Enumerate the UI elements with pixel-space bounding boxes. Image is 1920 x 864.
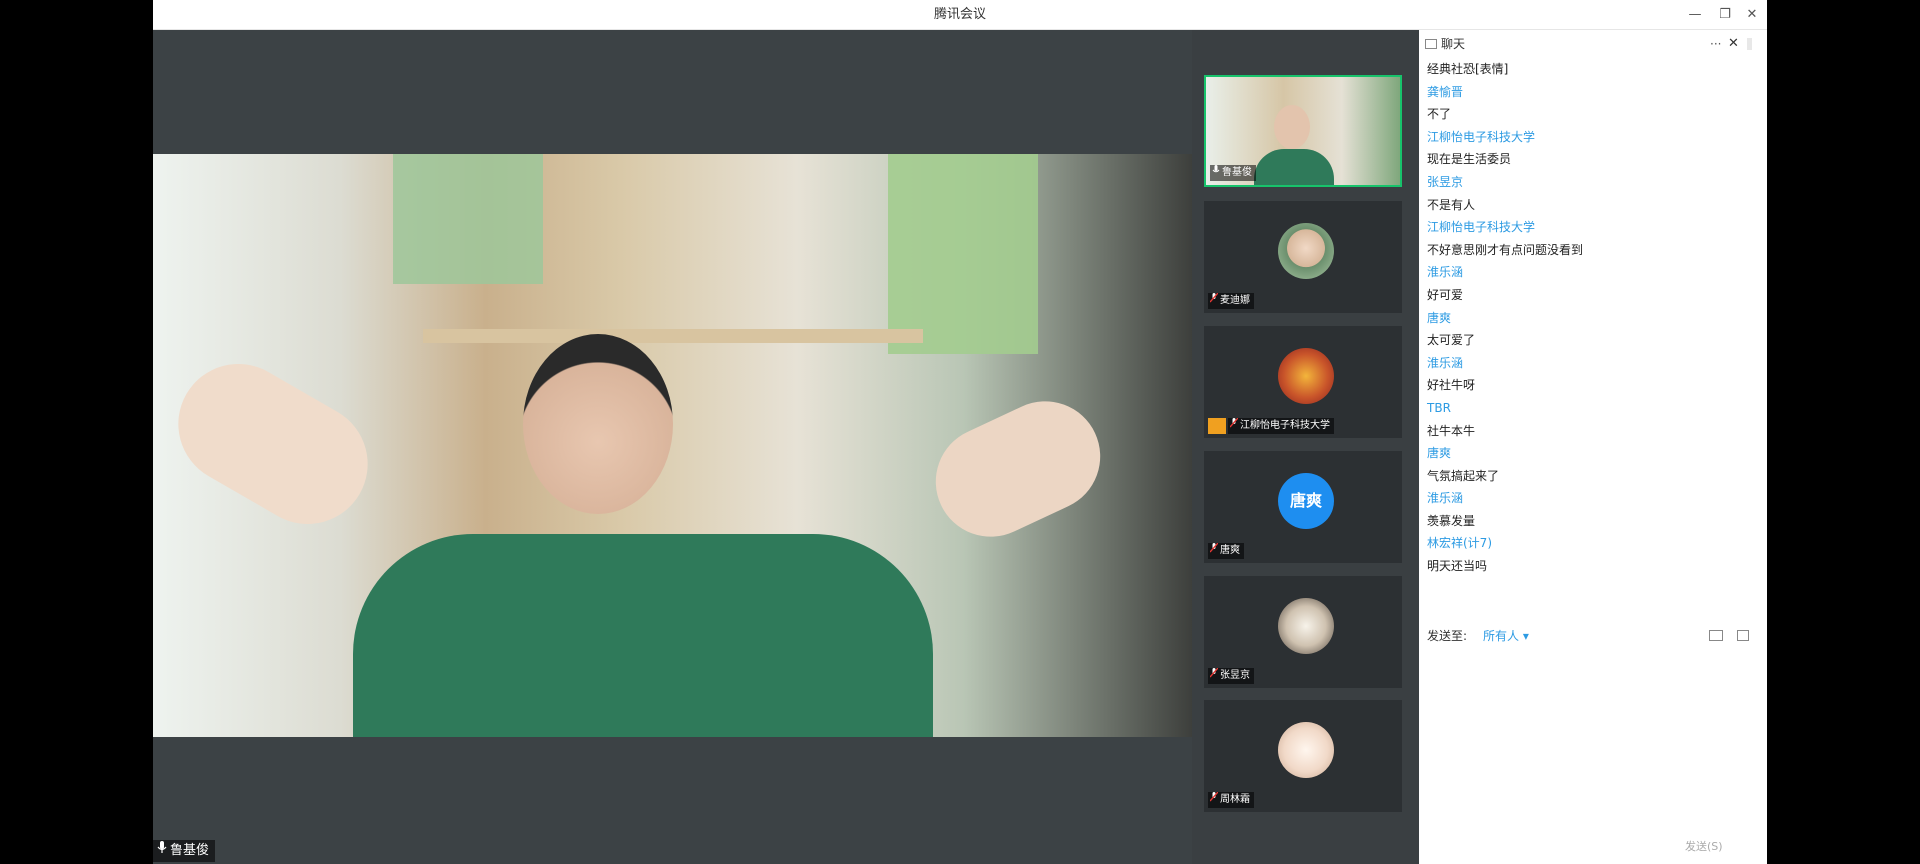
chat-sender[interactable]: 唐爽 [1427, 307, 1767, 330]
restore-icon[interactable]: ❐ [1710, 0, 1740, 30]
scrollbar[interactable] [1747, 38, 1752, 50]
chat-message: 江柳怡电子科技大学 不好意思刚才有点问题没看到 [1419, 216, 1767, 261]
participant-tile[interactable]: 江柳怡电子科技大学 [1204, 326, 1402, 438]
chat-message: 江柳怡电子科技大学 现在是生活委员 [1419, 126, 1767, 171]
folder-icon[interactable] [1709, 630, 1723, 641]
main-video[interactable] [153, 154, 1192, 737]
title-bar: 腾讯会议 — ❐ ✕ [153, 0, 1767, 30]
main-stage: 鲁基俊 [153, 30, 1192, 864]
participant-list: 鲁基俊 麦迪娜 江柳怡电子科技大学 唐爽 唐爽 张昱京 周林霜 [1192, 30, 1419, 864]
more-options-icon[interactable]: ··· [1710, 30, 1721, 58]
chat-sender[interactable]: 张昱京 [1427, 171, 1767, 194]
chat-message: 唐爽 气氛搞起来了 [1419, 442, 1767, 487]
chat-message: 林宏祥(计7) 明天还当吗 [1419, 532, 1767, 577]
chat-input[interactable] [1419, 648, 1767, 832]
muted-microphone-icon [1209, 292, 1219, 309]
chat-sender[interactable]: 唐爽 [1427, 442, 1767, 465]
participant-label: 周林霜 [1208, 791, 1254, 808]
participant-tile[interactable]: 鲁基俊 [1204, 75, 1402, 187]
window-title: 腾讯会议 [933, 7, 986, 22]
chat-panel: 聊天 ··· ✕ 经典社恐[表情] 龚愉晋 不了 江柳怡电子科技大学 现在是生活… [1419, 30, 1767, 864]
chat-message: 淮乐涵 好可爱 [1419, 261, 1767, 306]
chat-sender[interactable]: 淮乐涵 [1427, 261, 1767, 284]
close-chat-icon[interactable]: ✕ [1728, 30, 1739, 58]
chat-sender[interactable]: 林宏祥(计7) [1427, 532, 1767, 555]
speaker-name: 鲁基俊 [170, 843, 210, 858]
microphone-icon [157, 840, 167, 862]
screenshot-icon[interactable] [1737, 630, 1749, 641]
minimize-icon[interactable]: — [1680, 0, 1710, 30]
chat-sender[interactable]: 江柳怡电子科技大学 [1427, 126, 1767, 149]
chat-sender[interactable]: 龚愉晋 [1427, 81, 1767, 104]
chat-title: 聊天 [1441, 37, 1466, 51]
chat-sender[interactable]: 淮乐涵 [1427, 352, 1767, 375]
participant-tile[interactable]: 麦迪娜 [1204, 201, 1402, 313]
participant-avatar [1278, 722, 1334, 778]
chat-sender[interactable]: 淮乐涵 [1427, 487, 1767, 510]
send-to-row: 发送至: 所有人 ▾ [1419, 624, 1767, 648]
muted-microphone-icon [1209, 667, 1219, 684]
participant-label: 麦迪娜 [1208, 292, 1254, 309]
participant-label: 张昱京 [1208, 667, 1254, 684]
muted-microphone-icon [1209, 542, 1219, 559]
muted-microphone-icon [1209, 791, 1219, 808]
send-to-label: 发送至: [1427, 629, 1468, 643]
chat-message: 淮乐涵 好社牛呀 [1419, 352, 1767, 397]
participant-label: 江柳怡电子科技大学 [1228, 417, 1334, 434]
participant-avatar [1278, 223, 1334, 279]
muted-microphone-icon [1229, 417, 1239, 434]
participant-label: 鲁基俊 [1210, 165, 1256, 181]
chat-icon [1425, 39, 1437, 49]
participant-avatar [1278, 598, 1334, 654]
chat-header: 聊天 ··· ✕ [1419, 30, 1767, 58]
microphone-icon [1212, 165, 1220, 181]
chat-message: 淮乐涵 羡慕发量 [1419, 487, 1767, 532]
meeting-window: 腾讯会议 — ❐ ✕ 鲁基俊 鲁基俊 麦迪娜 江柳怡电子科技大学 唐爽 唐爽 张… [153, 0, 1767, 864]
participant-avatar [1278, 348, 1334, 404]
close-icon[interactable]: ✕ [1737, 0, 1767, 30]
chat-message: 张昱京 不是有人 [1419, 171, 1767, 216]
chat-sender[interactable]: TBR [1427, 397, 1767, 420]
recipient-dropdown[interactable]: 所有人 ▾ [1483, 624, 1529, 648]
chat-messages: 经典社恐[表情] 龚愉晋 不了 江柳怡电子科技大学 现在是生活委员 张昱京 不是… [1419, 58, 1767, 578]
participant-tile[interactable]: 唐爽 唐爽 [1204, 451, 1402, 563]
chat-message: 唐爽 太可爱了 [1419, 307, 1767, 352]
chat-message: 经典社恐[表情] [1427, 62, 1509, 76]
participant-label: 唐爽 [1208, 542, 1244, 559]
participant-tile[interactable]: 周林霜 [1204, 700, 1402, 812]
participant-avatar: 唐爽 [1278, 473, 1334, 529]
send-button[interactable]: 发送(S) [1685, 838, 1723, 854]
participant-tile[interactable]: 张昱京 [1204, 576, 1402, 688]
host-badge-icon [1208, 418, 1226, 434]
speaker-tag: 鲁基俊 [153, 840, 216, 862]
chat-sender[interactable]: 江柳怡电子科技大学 [1427, 216, 1767, 239]
chat-message: TBR 社牛本牛 [1419, 397, 1767, 442]
chat-message: 龚愉晋 不了 [1419, 81, 1767, 126]
